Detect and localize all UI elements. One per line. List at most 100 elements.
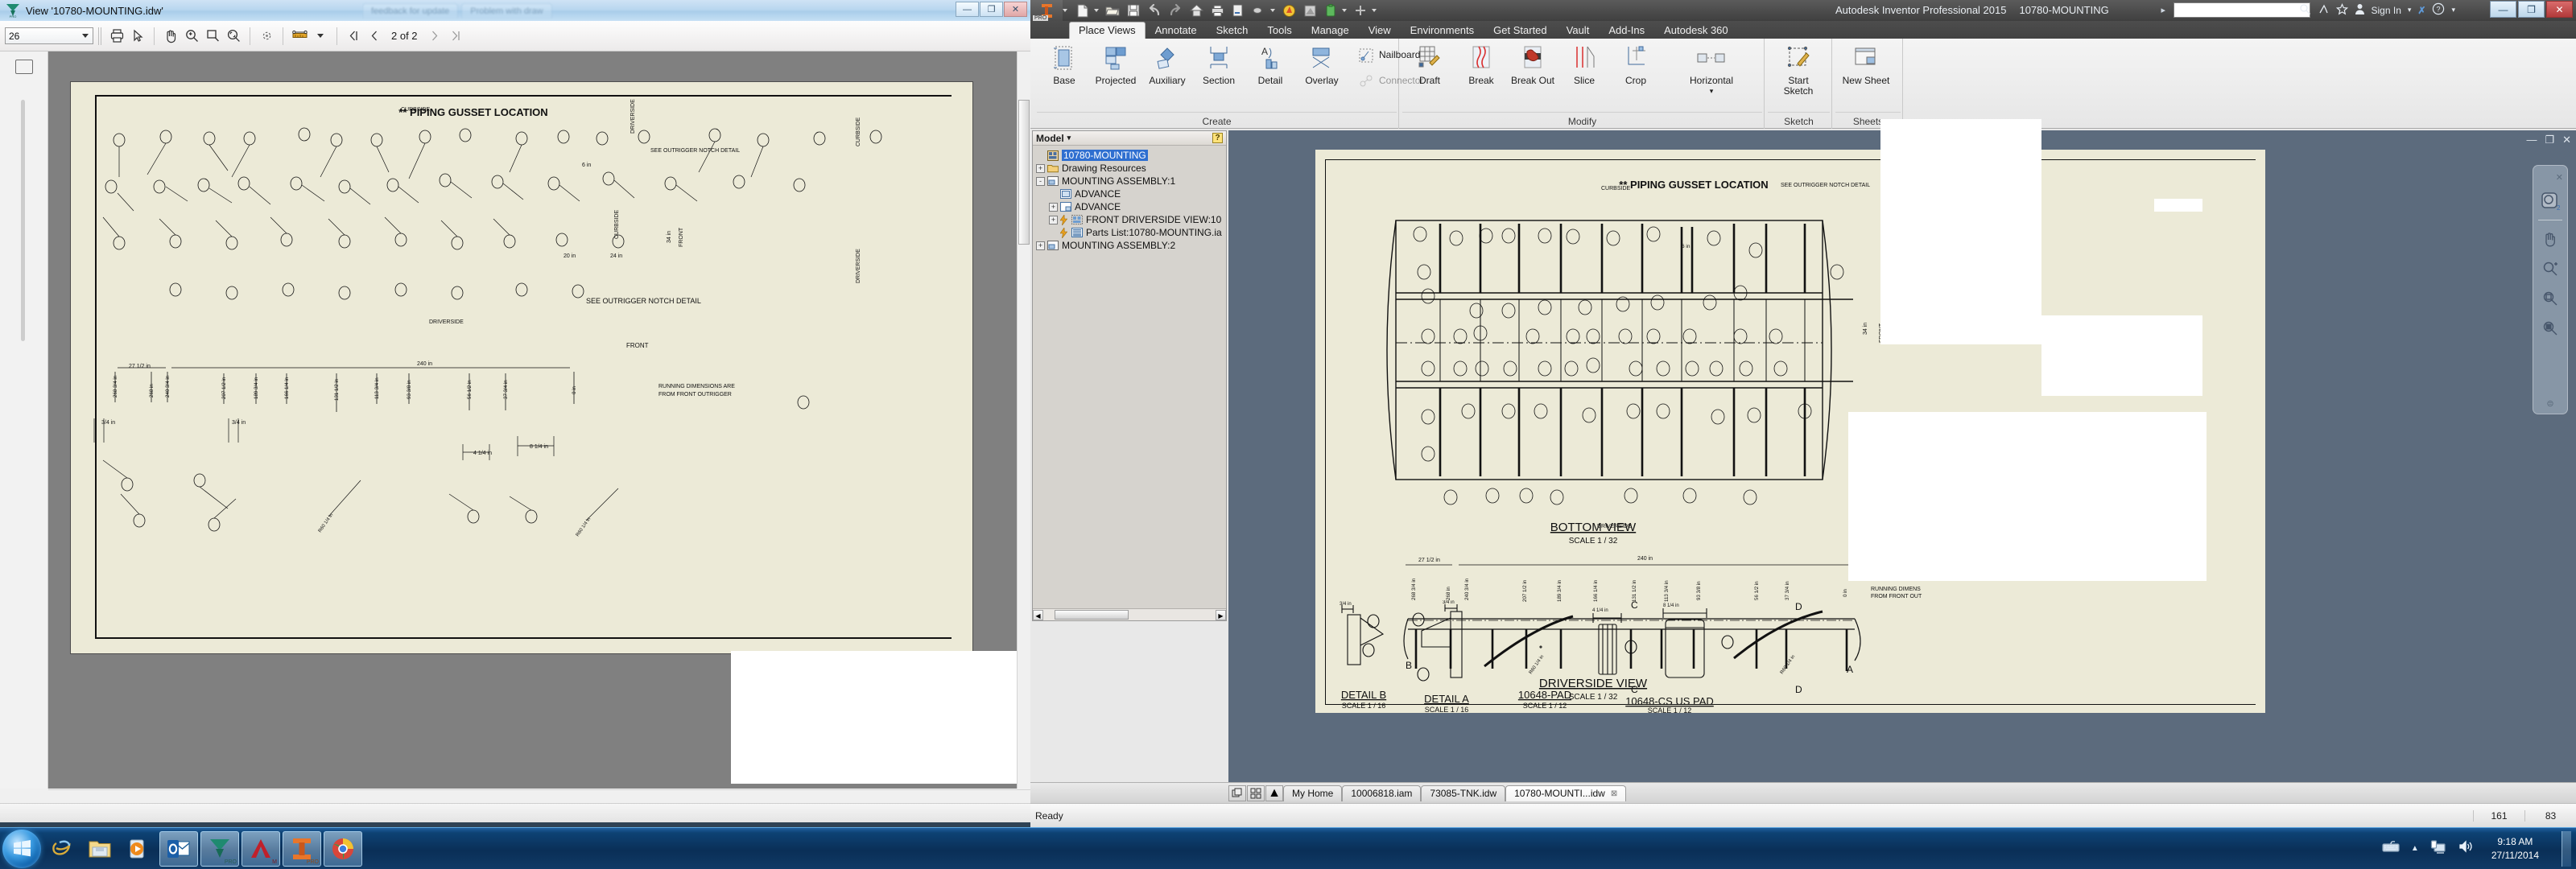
pdf-rail-scrollbar[interactable] [21,100,25,341]
first-page-icon[interactable] [343,26,364,47]
ribbon-command-section[interactable]: Section [1193,42,1245,86]
autocad-taskbar-button[interactable]: M [242,830,280,867]
chevron-down-icon[interactable]: ▾ [1067,134,1071,142]
select-cursor-icon[interactable] [127,26,148,47]
pdf-vertical-scroll-thumb[interactable] [1018,100,1030,245]
sign-in-label[interactable]: Sign In [2372,5,2401,16]
document-restore-button[interactable]: ❐ [2545,134,2554,146]
tab-add-ins[interactable]: Add-Ins [1599,22,1654,39]
tab-sketch[interactable]: Sketch [1207,22,1258,39]
scrollbar-thumb[interactable] [1055,610,1129,620]
pdf-maximize-button[interactable]: ❐ [980,2,1003,17]
close-icon[interactable]: ⊠ [1611,789,1617,798]
collapse-toggle-icon[interactable]: - [1036,176,1045,186]
windows-explorer-icon[interactable] [81,830,118,867]
scroll-right-icon[interactable]: ▶ [1216,609,1226,620]
tile-windows-icon[interactable] [1247,785,1265,801]
ribbon-command-draft[interactable]: Draft [1404,42,1455,86]
show-hidden-icons-icon[interactable]: ▲ [2411,844,2419,853]
measure-icon[interactable] [289,26,310,47]
toolbar-grip[interactable] [98,27,101,45]
help-search-icon[interactable] [2299,3,2311,18]
cascade-windows-icon[interactable] [1228,785,1246,801]
tab-place-views[interactable]: Place Views [1069,22,1146,39]
pdf-close-button[interactable]: ✕ [1004,2,1027,17]
exchange-x-icon[interactable]: ✗ [2417,5,2425,16]
share-icon[interactable] [2318,3,2330,18]
ribbon-command-detail[interactable]: A Detail [1245,42,1296,86]
horizontal-dropdown-icon[interactable]: ▾ [1710,87,1714,96]
model-browser-hscrollbar[interactable]: ◀ ▶ [1033,608,1226,620]
undo-icon[interactable] [1145,2,1164,19]
pan-hand-icon[interactable] [2539,228,2562,250]
inventor-close-button[interactable]: ✕ [2546,1,2573,18]
save-icon[interactable] [1124,2,1143,19]
tab-annotate[interactable]: Annotate [1146,22,1207,39]
zoom-window-icon[interactable] [2539,287,2562,310]
close-navbar-icon[interactable]: ✕ [2556,172,2563,183]
taskbar-clock[interactable]: 9:18 AM 27/11/2014 [2485,835,2545,861]
scroll-left-icon[interactable]: ◀ [1033,609,1043,620]
new-file-dropdown-icon[interactable] [1094,9,1099,12]
chrome-taskbar-button[interactable] [324,830,362,867]
pdf-minimize-button[interactable]: — [956,2,979,17]
ribbon-command-horizontal[interactable]: Horizontal ▾ [1673,42,1750,96]
inventor-title-bar[interactable]: PRO Autodesk Inventor Professional 2015 … [1030,0,2576,21]
select-mode-dropdown-icon[interactable] [1270,9,1275,12]
zoom-all-icon[interactable] [2539,317,2562,340]
print-icon[interactable] [106,26,127,47]
tree-node-mounting-assembly-1[interactable]: - MOUNTING ASSEMBLY:1 [1034,175,1224,187]
search-expand-icon[interactable]: ▸ [2161,5,2165,15]
ribbon-command-base[interactable]: Base [1038,42,1090,86]
ribbon-command-start-sketch[interactable]: Start Sketch [1773,42,1824,97]
ribbon-command-auxiliary[interactable]: Auxiliary [1141,42,1193,86]
tree-node-advance-titleblock[interactable]: + ADVANCE [1034,200,1224,213]
document-minimize-button[interactable]: — [2526,134,2537,146]
select-mode-icon[interactable] [1249,2,1269,19]
ribbon-command-projected[interactable]: Projected [1090,42,1141,86]
rotate-view-icon[interactable] [256,26,277,47]
tabs-scroll-up-icon[interactable]: ▲ [1265,785,1283,801]
zoom-icon[interactable] [2539,257,2562,280]
document-tab-my-home[interactable]: My Home [1283,785,1343,801]
tree-node-10780-mounting[interactable]: 10780-MOUNTING [1034,149,1224,162]
tree-node-drawing-resources[interactable]: + Drawing Resources [1034,162,1224,175]
home-icon[interactable] [1187,2,1206,19]
zoom-level-combobox[interactable]: 26 [5,27,93,44]
tab-get-started[interactable]: Get Started [1484,22,1556,39]
fit-page-icon[interactable] [223,26,244,47]
account-person-icon[interactable] [2355,3,2365,18]
bookmarks-panel-icon[interactable] [14,60,33,74]
tab-tools[interactable]: Tools [1257,22,1301,39]
next-page-icon[interactable] [424,26,445,47]
ribbon-command-break-out[interactable]: Break Out [1507,42,1558,86]
document-tab-10780-mounting-idw[interactable]: 10780-MOUNTI...idw ⊠ [1505,785,1627,801]
keyboard-layout-icon[interactable] [2382,840,2400,857]
tree-node-advance-border[interactable]: ADVANCE [1034,187,1224,200]
document-tab-73085-tnk-idw[interactable]: 73085-TNK.idw [1421,785,1506,801]
outlook-taskbar-button[interactable] [159,830,198,867]
tab-environments[interactable]: Environments [1401,22,1484,39]
internet-explorer-icon[interactable] [43,830,80,867]
application-menu-chevron-icon[interactable] [1063,9,1067,12]
tab-autodesk-360[interactable]: Autodesk 360 [1654,22,1738,39]
measure-dropdown-icon[interactable] [310,26,331,47]
volume-icon[interactable] [2458,839,2474,858]
open-file-icon[interactable] [1103,2,1122,19]
media-player-icon[interactable] [120,830,157,867]
foxit-reader-taskbar-button[interactable]: PRO [200,830,239,867]
clear-appearance-icon[interactable] [1321,2,1340,19]
drawing-document-area[interactable]: — ❐ ✕ ** PIPING GUSSET LOCATION CURBSIDE… [1228,119,2576,782]
full-navigation-wheel-2d-icon[interactable]: 2D [2539,190,2562,212]
pdf-title-bar[interactable]: PRO View '10780-MOUNTING.idw' feedback f… [0,0,1030,21]
pdf-horizontal-scrollbar[interactable] [48,789,1030,803]
redo-icon[interactable] [1166,2,1185,19]
materials-icon[interactable] [1279,2,1298,19]
tree-node-parts-list[interactable]: Parts List:10780-MOUNTING.ia [1034,226,1224,239]
favorites-star-icon[interactable] [2335,2,2348,18]
expand-toggle-icon[interactable]: + [1049,202,1058,212]
last-page-icon[interactable] [445,26,466,47]
help-dropdown-icon[interactable]: ▾ [2451,6,2455,14]
tree-node-mounting-assembly-2[interactable]: + MOUNTING ASSEMBLY:2 [1034,239,1224,252]
ribbon-command-break[interactable]: Break [1455,42,1507,86]
